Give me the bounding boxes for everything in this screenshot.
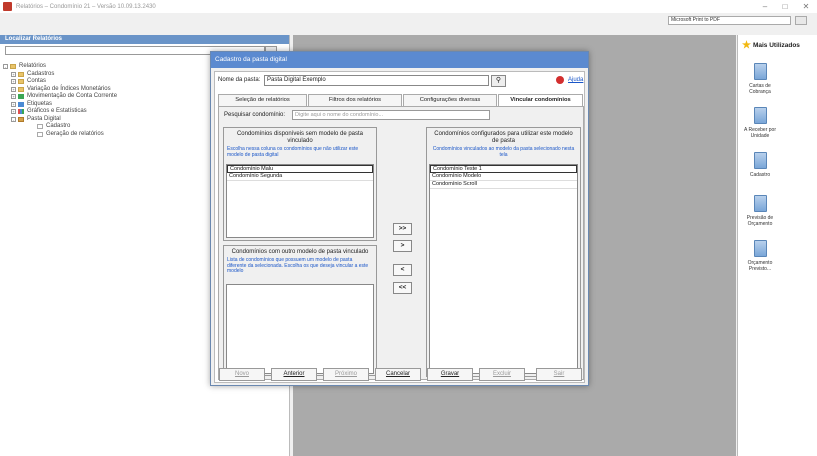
most-used-panel: ★ Mais Utilizados Cartas de Cobrança A R… — [737, 35, 817, 456]
document-icon — [753, 152, 767, 169]
page-icon — [37, 124, 43, 130]
move-all-left-button[interactable]: << — [393, 282, 412, 294]
document-icon — [753, 195, 767, 212]
minimize-button[interactable]: – — [756, 2, 774, 11]
window-titlebar: Relatórios – Condomínio 21 – Versão 10.0… — [0, 0, 817, 13]
printer-settings-button[interactable] — [795, 16, 807, 25]
quick-item-cadastro[interactable]: Cadastro — [738, 152, 782, 178]
tree-item[interactable]: - Relatórios — [3, 63, 117, 71]
dialog-button-bar: Novo Anterior Próximo Cancelar Gravar Ex… — [214, 366, 587, 384]
tab-content: Pesquisar condomínio: Digite aqui o nome… — [218, 106, 584, 380]
help-link[interactable]: Ajuda — [568, 77, 583, 83]
other-model-condos-panel: Condomínios com outro modelo de pasta vi… — [223, 245, 377, 376]
previous-button[interactable]: Anterior — [271, 368, 317, 381]
tab-filtros-relatorios[interactable]: Filtros dos relatórios — [308, 94, 402, 106]
tree-item[interactable]: + Gráficos e Estatísticas — [3, 108, 117, 116]
label-icon — [18, 101, 24, 107]
dialog-tabs: Seleção de relatórios Filtros dos relató… — [218, 94, 584, 107]
save-button[interactable]: Gravar — [427, 368, 473, 381]
folder-dialog: Cadastro da pasta digital Nome da pasta:… — [210, 51, 589, 386]
tree-item[interactable]: + Contas — [3, 78, 117, 86]
quick-item-previsao-orcamento[interactable]: Previsão de Orçamento — [738, 195, 782, 227]
printer-select[interactable]: Microsoft Print to PDF — [668, 16, 791, 25]
condo-search-input[interactable]: Digite aqui o nome do condomínio... — [292, 110, 490, 120]
folder-name-input[interactable]: Pasta Digital Exemplo — [264, 75, 489, 86]
cancel-button[interactable]: Cancelar — [375, 368, 421, 381]
binoculars-icon: ⚲ — [495, 77, 502, 84]
folder-icon — [10, 64, 16, 70]
other-model-condos-desc: Lista de condomínios que possuem um mode… — [227, 257, 369, 274]
list-item[interactable]: Condomínio Modelo — [430, 173, 577, 181]
tree-item[interactable]: - Pasta Digital — [3, 116, 117, 124]
collapse-icon[interactable]: - — [3, 64, 8, 70]
dialog-body: Nome da pasta: Pasta Digital Exemplo ⚲ A… — [214, 71, 585, 383]
available-condos-title: Condomínios disponíveis sem modelo de pa… — [236, 131, 364, 144]
delete-button[interactable]: Excluir — [479, 368, 525, 381]
folder-icon — [18, 116, 24, 122]
folder-icon — [18, 86, 24, 92]
quick-item-orcamento-previsto[interactable]: Orçamento Previsto... — [738, 240, 782, 272]
available-condos-list[interactable]: Condomínio Malu Condomínio Segunda — [226, 164, 374, 238]
move-left-button[interactable]: < — [393, 264, 412, 276]
quick-item-cartas-cobranca[interactable]: Cartas de Cobrança — [738, 63, 782, 95]
available-condos-panel: Condomínios disponíveis sem modelo de pa… — [223, 127, 377, 241]
maximize-button[interactable]: □ — [776, 2, 794, 11]
list-item[interactable]: Condomínio Scroll — [430, 181, 577, 189]
collapse-icon[interactable]: - — [11, 116, 16, 122]
expand-icon[interactable]: + — [11, 94, 16, 100]
new-button[interactable]: Novo — [219, 368, 265, 381]
money-icon — [18, 94, 24, 100]
report-tree: - Relatórios + Cadastros + Contas + Variação… — [3, 63, 117, 138]
tree-item[interactable]: + Etiquetas — [3, 101, 117, 109]
list-item[interactable]: Condomínio Malu — [227, 165, 373, 173]
folder-icon — [18, 71, 24, 77]
list-item[interactable]: Condomínio Teste 1 — [430, 165, 577, 173]
chart-icon — [18, 109, 24, 115]
expand-icon[interactable]: + — [11, 86, 16, 92]
tree-item[interactable]: + Movimentação de Conta Corrente — [3, 93, 117, 101]
quick-item-receber-unidade[interactable]: A Receber por Unidade — [738, 107, 782, 139]
star-icon: ★ — [742, 40, 751, 51]
expand-icon[interactable]: + — [11, 101, 16, 107]
close-button[interactable]: ✕ — [797, 2, 815, 11]
other-model-condos-title: Condomínios com outro modelo de pasta vi… — [231, 249, 369, 255]
document-icon — [753, 240, 767, 257]
condo-search-label: Pesquisar condomínio: — [224, 112, 286, 118]
document-icon — [753, 63, 767, 80]
document-icon — [753, 107, 767, 124]
help-icon[interactable] — [556, 76, 564, 84]
folder-icon — [18, 79, 24, 85]
tree-item[interactable]: Geração de relatórios — [3, 131, 117, 139]
configured-condos-title: Condomínios configurados para utilizar e… — [434, 131, 573, 144]
left-panel-header: Localizar Relatórios — [0, 35, 289, 44]
other-model-condos-list[interactable] — [226, 284, 374, 374]
tree-item[interactable]: + Cadastros — [3, 71, 117, 79]
next-button[interactable]: Próximo — [323, 368, 369, 381]
list-item[interactable]: Condomínio Segunda — [227, 173, 373, 181]
configured-condos-list[interactable]: Condomínio Teste 1 Condomínio Modelo Con… — [429, 164, 578, 374]
tree-item[interactable]: + Variação de Índices Monetários — [3, 86, 117, 94]
move-all-right-button[interactable]: >> — [393, 223, 412, 235]
dialog-title: Cadastro da pasta digital — [211, 52, 588, 68]
app-icon — [3, 2, 12, 11]
tab-configuracoes-diversas[interactable]: Configurações diversas — [403, 94, 497, 106]
configured-condos-panel: Condomínios configurados para utilizar e… — [426, 127, 581, 377]
folder-name-label: Nome da pasta: — [218, 77, 261, 83]
available-condos-desc: Escolha nessa coluna os condomínios que … — [227, 146, 359, 158]
search-folder-button[interactable]: ⚲ — [491, 75, 506, 87]
tree-item[interactable]: Cadastro — [3, 123, 117, 131]
expand-icon[interactable]: + — [11, 109, 16, 115]
configured-condos-desc: Condomínios vinculados ao modelo da past… — [432, 146, 575, 158]
move-right-button[interactable]: > — [393, 240, 412, 252]
window-title: Relatórios – Condomínio 21 – Versão 10.0… — [16, 3, 156, 10]
expand-icon[interactable]: + — [11, 71, 16, 77]
most-used-header: ★ Mais Utilizados — [742, 40, 800, 51]
expand-icon[interactable]: + — [11, 79, 16, 85]
tab-selecao-relatorios[interactable]: Seleção de relatórios — [218, 94, 307, 106]
exit-button[interactable]: Sair — [536, 368, 582, 381]
page-icon — [37, 131, 43, 137]
